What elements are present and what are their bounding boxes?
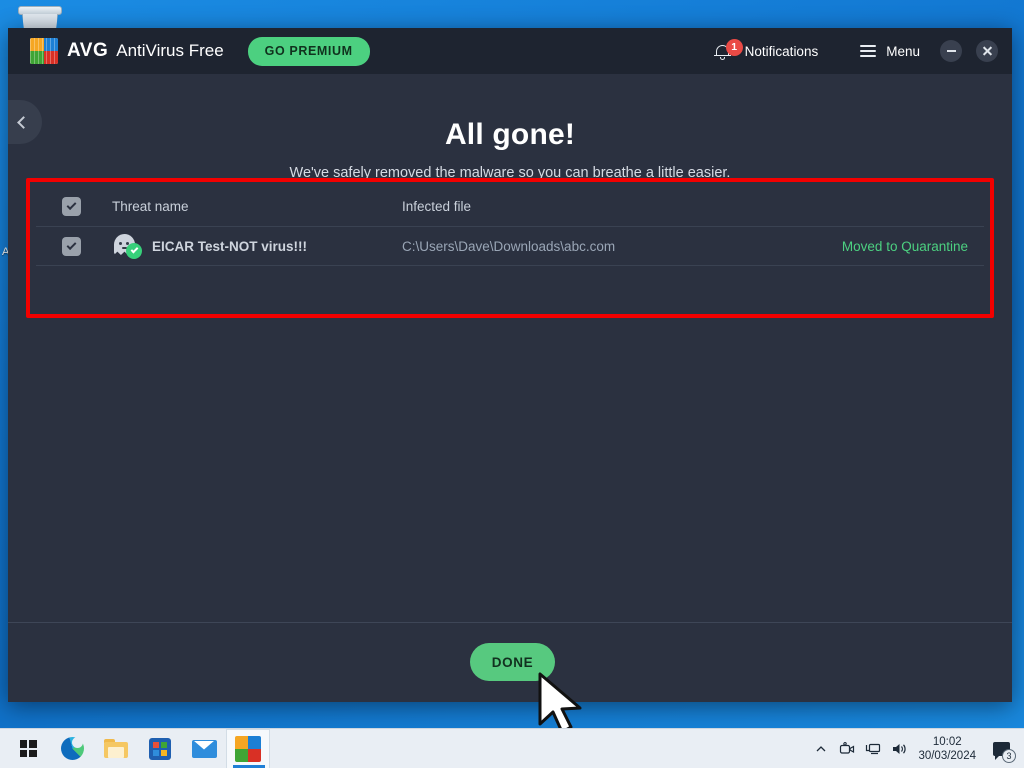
cell-infected-file: C:\Users\Dave\Downloads\abc.com	[402, 238, 616, 254]
check-badge-icon	[126, 243, 142, 259]
table-header-row: Threat name Infected file	[34, 186, 986, 226]
brand: AVG AntiVirus Free	[30, 38, 224, 64]
threat-name-text: EICAR Test-NOT virus!!!	[152, 238, 308, 254]
active-window-indicator	[233, 764, 265, 768]
edge-icon	[60, 737, 84, 760]
brand-product-text: AntiVirus Free	[116, 41, 224, 60]
taskbar-item-file-explorer[interactable]	[94, 729, 138, 768]
menu-button[interactable]: Menu	[854, 40, 926, 63]
chat-icon[interactable]: 3	[986, 729, 1016, 768]
network-icon[interactable]	[860, 729, 886, 768]
taskbar-item-mail[interactable]	[182, 729, 226, 768]
recycle-bin-lid	[18, 6, 62, 15]
column-header-infected-file: Infected file	[402, 198, 472, 214]
row-select-cell	[34, 236, 112, 256]
avg-logo-icon	[235, 735, 261, 762]
taskbar-item-edge[interactable]	[50, 729, 94, 768]
avg-antivirus-window: AVG AntiVirus Free GO PREMIUM 1 Notifica…	[8, 28, 1012, 702]
windows-logo-icon	[19, 740, 37, 757]
select-all-cell	[34, 196, 112, 216]
volume-icon[interactable]	[886, 729, 912, 768]
page-title: All gone!	[444, 118, 576, 151]
camera-icon[interactable]	[834, 729, 860, 768]
minimize-button[interactable]	[940, 40, 962, 62]
notifications-button[interactable]: 1 Notifications	[708, 38, 825, 65]
go-premium-button[interactable]: GO PREMIUM	[247, 36, 370, 66]
row-checkbox[interactable]	[62, 236, 81, 256]
hero-section: All gone! We've safely removed the malwa…	[8, 118, 1012, 181]
window-titlebar: AVG AntiVirus Free GO PREMIUM 1 Notifica…	[8, 28, 1012, 74]
titlebar-actions: 1 Notifications Menu	[708, 38, 998, 65]
ghost-threat-icon	[114, 234, 142, 259]
footer-divider	[8, 622, 1012, 623]
clock-date: 30/03/2024	[918, 749, 976, 762]
column-header-threat-name: Threat name	[112, 198, 189, 214]
hamburger-icon	[860, 45, 877, 57]
close-button[interactable]	[976, 40, 998, 62]
start-button[interactable]	[6, 729, 50, 768]
table-row[interactable]: EICAR Test-NOT virus!!! C:\Users\Dave\Do…	[34, 227, 986, 265]
system-tray: 10:02 30/03/2024 3	[808, 729, 1024, 768]
chevron-left-icon	[17, 115, 30, 129]
taskbar-item-avg[interactable]	[226, 728, 270, 768]
chat-badge: 3	[1002, 748, 1016, 763]
store-icon	[149, 737, 171, 760]
folder-icon	[104, 739, 128, 758]
clock-time: 10:02	[932, 735, 962, 748]
mouse-cursor	[538, 672, 582, 734]
menu-label: Menu	[886, 43, 920, 59]
select-all-checkbox[interactable]	[62, 196, 81, 216]
threat-results-table: Threat name Infected file EICAR Test-NOT…	[34, 186, 986, 266]
cell-status: Moved to Quarantine	[841, 238, 968, 254]
brand-avg-text: AVG	[67, 40, 109, 61]
avg-logo-icon	[30, 38, 58, 64]
mail-icon	[191, 739, 217, 758]
desktop: A AVG AntiVirus Free GO PREMIUM 1 Notifi…	[0, 0, 1024, 768]
cell-threat-name: EICAR Test-NOT virus!!!	[112, 234, 402, 259]
minimize-icon	[946, 50, 956, 52]
notifications-badge: 1	[725, 38, 743, 56]
taskbar-item-microsoft-store[interactable]	[138, 729, 182, 768]
taskbar: 10:02 30/03/2024 3	[0, 728, 1024, 768]
notifications-label: Notifications	[744, 43, 819, 59]
table-divider	[36, 265, 984, 266]
clock[interactable]: 10:02 30/03/2024	[918, 735, 976, 763]
chevron-up-icon[interactable]	[808, 729, 834, 768]
